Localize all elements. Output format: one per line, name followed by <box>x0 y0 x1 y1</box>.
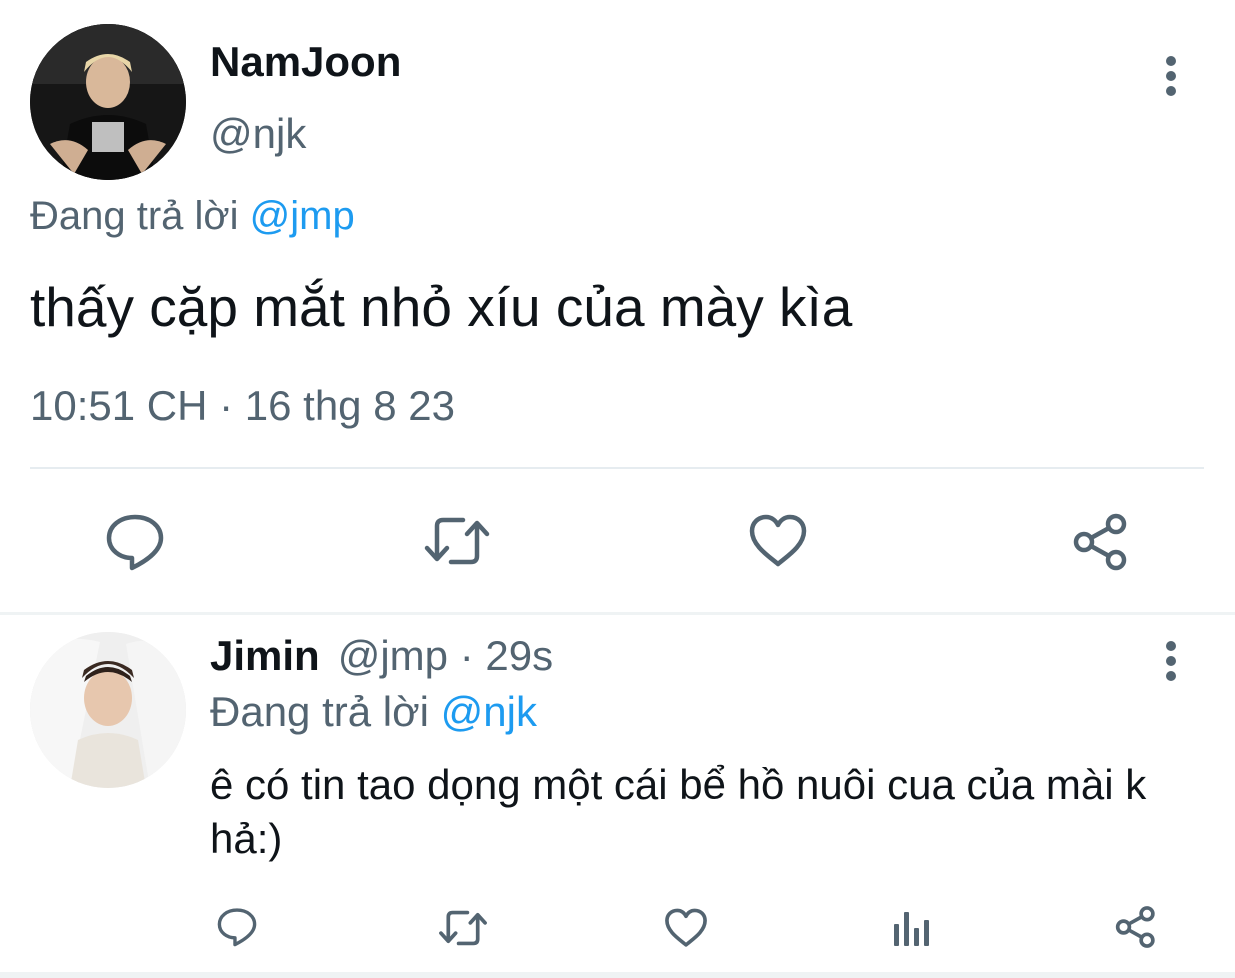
divider <box>30 467 1204 469</box>
reply-time[interactable]: 29s <box>485 632 553 679</box>
reply-icon[interactable] <box>104 512 166 572</box>
retweet-icon[interactable] <box>438 908 488 948</box>
namjoon-avatar[interactable] <box>30 24 186 180</box>
jimin-handle[interactable]: @jmp <box>338 632 448 679</box>
replying-to-line: Đang trả lời @jmp <box>30 194 355 239</box>
bottom-divider <box>0 972 1235 978</box>
more-options-icon[interactable] <box>1164 641 1178 686</box>
analytics-icon[interactable] <box>890 906 932 948</box>
namjoon-display-name[interactable]: NamJoon <box>210 38 401 86</box>
section-divider <box>0 612 1235 615</box>
retweet-icon[interactable] <box>423 514 491 568</box>
separator: · <box>459 632 474 679</box>
more-options-icon[interactable] <box>1164 56 1178 101</box>
tweet-timestamp[interactable]: 10:51 CH · 16 thg 8 23 <box>30 382 455 430</box>
like-icon[interactable] <box>748 514 808 568</box>
reply-icon[interactable] <box>216 906 258 948</box>
jimin-display-name[interactable]: Jimin <box>210 632 320 679</box>
namjoon-handle[interactable]: @njk <box>210 110 306 158</box>
reply-header: Jimin @jmp · 29s <box>210 632 553 680</box>
replying-to-line: Đang trả lời @njk <box>210 688 537 736</box>
reply-text: ê có tin tao dọng một cái bể hồ nuôi cua… <box>210 761 1147 862</box>
replying-to-mention[interactable]: @jmp <box>250 194 355 238</box>
tweet-text: thấy cặp mắt nhỏ xíu của mày kìa <box>30 276 853 338</box>
jimin-avatar[interactable] <box>30 632 186 788</box>
like-icon[interactable] <box>664 908 708 948</box>
share-icon[interactable] <box>1114 905 1158 949</box>
replying-to-prefix: Đang trả lời <box>210 688 429 735</box>
replying-to-mention[interactable]: @njk <box>441 688 537 735</box>
replying-to-prefix: Đang trả lời <box>30 194 239 238</box>
share-icon[interactable] <box>1071 512 1131 572</box>
